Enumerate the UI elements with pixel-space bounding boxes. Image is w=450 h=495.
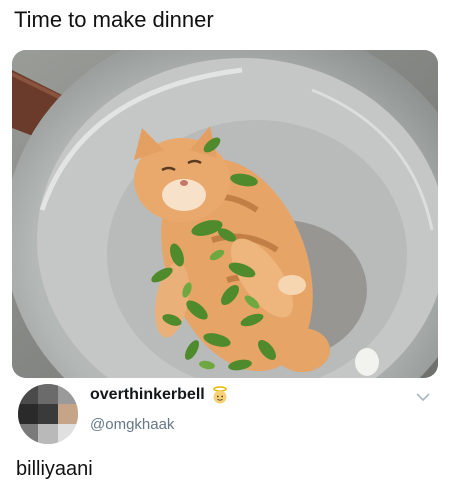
user-handle[interactable]: @omgkhaak (90, 416, 174, 433)
pixelated-avatar-image (18, 384, 78, 444)
display-name[interactable]: overthinkerbell (90, 386, 205, 404)
post-photo[interactable] (12, 50, 438, 378)
cat-in-wok-image (12, 50, 438, 378)
chevron-down-icon[interactable] (414, 390, 432, 404)
reply-text: billiyaani (16, 458, 93, 480)
reply-card: overthinkerbell @omgkhaak billiyaani (10, 378, 440, 488)
post-title: Time to make dinner (14, 7, 214, 32)
avatar[interactable] (18, 384, 78, 444)
baby-angel-emoji-icon (211, 386, 229, 404)
